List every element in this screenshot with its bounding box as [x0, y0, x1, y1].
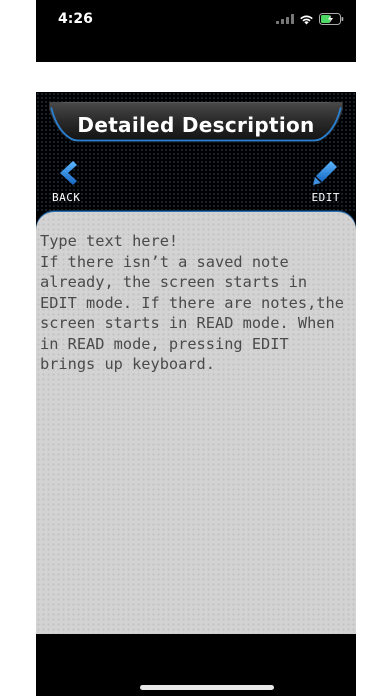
- status-time: 4:26: [58, 11, 93, 27]
- status-bar: 4:26: [36, 0, 356, 40]
- home-indicator[interactable]: [140, 685, 274, 690]
- battery-charging-icon: [319, 13, 344, 25]
- status-icons: [276, 13, 344, 25]
- note-text-area[interactable]: Type text here! If there isn’t a saved n…: [40, 231, 352, 375]
- note-panel: Type text here! If there isn’t a saved n…: [36, 212, 356, 634]
- pencil-icon: [313, 161, 337, 185]
- signal-icon: [276, 14, 294, 24]
- edit-label: EDIT: [311, 191, 340, 204]
- edit-button[interactable]: EDIT: [302, 158, 342, 204]
- chevron-left-icon: [60, 161, 77, 185]
- back-button[interactable]: BACK: [50, 158, 90, 204]
- back-label: BACK: [52, 191, 81, 204]
- page-title: Detailed Description: [77, 113, 315, 137]
- wifi-icon: [300, 15, 313, 24]
- app-screen: 4:26 Detailed Description BACK EDIT Type…: [36, 0, 356, 696]
